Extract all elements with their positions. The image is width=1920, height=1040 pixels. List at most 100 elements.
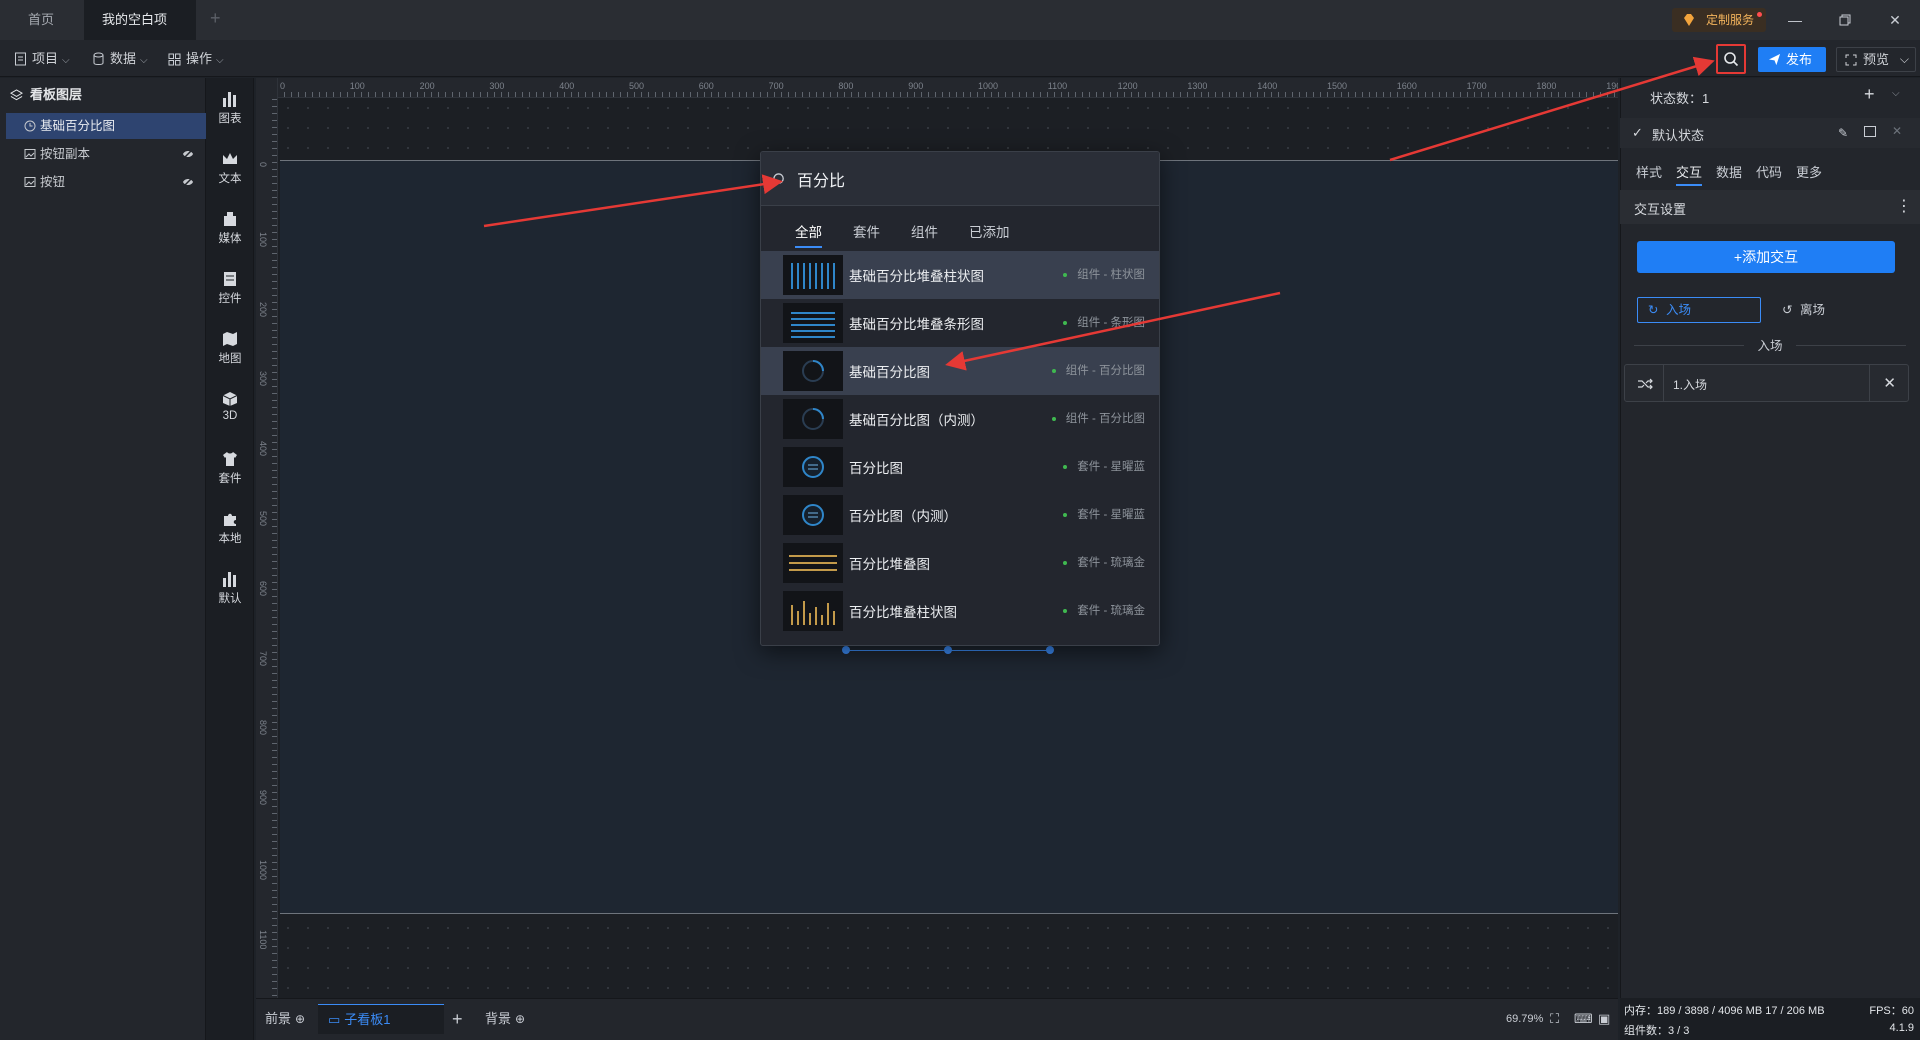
add-board-icon[interactable]: +	[452, 1004, 463, 1034]
enter-label: 入场	[1666, 303, 1692, 317]
chevron-down-icon: ⌵	[140, 55, 148, 66]
layer-item-button-copy[interactable]: 按钮副本	[6, 141, 206, 167]
search-tab-added[interactable]: 已添加	[969, 218, 1010, 248]
search-result[interactable]: 基础百分比堆叠条形图 组件 - 条形图	[761, 299, 1159, 347]
layer-item-percent-chart[interactable]: 基础百分比图	[6, 113, 206, 139]
search-button[interactable]	[1716, 44, 1746, 74]
custom-service-button[interactable]: 定制服务	[1672, 8, 1766, 32]
tab-more[interactable]: 更多	[1796, 160, 1822, 186]
ruler-tick-label: 200	[258, 301, 268, 317]
search-box	[761, 152, 1159, 206]
hidden-eye-icon[interactable]	[182, 177, 194, 187]
tab-background[interactable]: 背景 ⊕	[485, 1004, 525, 1034]
leave-tab[interactable]: ↺ 离场	[1778, 297, 1878, 323]
component-media[interactable]: 媒体	[206, 202, 254, 252]
interaction-item[interactable]: 1.入场 ✕	[1624, 364, 1909, 402]
bar-chart-icon	[223, 572, 236, 587]
publish-button[interactable]: 发布	[1758, 47, 1826, 72]
tab-data[interactable]: 数据	[1716, 160, 1742, 186]
search-result[interactable]: 百分比堆叠图 套件 - 琉璃金	[761, 539, 1159, 587]
search-tab-components[interactable]: 组件	[911, 218, 938, 248]
ruler-tick-label: 1300	[1187, 81, 1208, 91]
component-text[interactable]: 文本	[206, 142, 254, 192]
resize-handle[interactable]	[1046, 646, 1054, 654]
search-tab-suites[interactable]: 套件	[853, 218, 880, 248]
minimize-icon[interactable]: —	[1772, 0, 1818, 40]
ruler-tick-label: 1800	[1536, 81, 1557, 91]
search-result[interactable]: 百分比图 套件 - 星曜蓝	[761, 443, 1159, 491]
enter-divider: 入场	[1624, 335, 1916, 355]
menu-data[interactable]: 数据 ⌵	[92, 48, 148, 70]
component-charts[interactable]: 图表	[206, 82, 254, 132]
tab-data-label: 数据	[1716, 165, 1743, 180]
preview-button[interactable]: 预览 ⌵	[1836, 47, 1916, 72]
component-label: 地图	[218, 353, 242, 365]
tab-interaction[interactable]: 交互	[1676, 160, 1703, 186]
chevron-down-icon[interactable]: ⌵	[1900, 48, 1909, 71]
tab-foreground[interactable]: 前景 ⊕	[265, 1004, 305, 1034]
add-interaction-button[interactable]: +添加交互	[1637, 241, 1895, 273]
layer-item-button[interactable]: 按钮	[6, 169, 206, 195]
component-label: 媒体	[218, 233, 242, 245]
search-result[interactable]: 基础百分比图 组件 - 百分比图	[761, 347, 1159, 395]
component-suites[interactable]: 套件	[206, 442, 254, 492]
resize-handle[interactable]	[944, 646, 952, 654]
component-3d[interactable]: 3D	[206, 382, 254, 432]
search-result[interactable]: 百分比图（内测） 套件 - 星曜蓝	[761, 491, 1159, 539]
layer-item-label: 按钮副本	[40, 147, 91, 161]
ruler-tick-label: 1000	[978, 81, 999, 91]
edit-icon[interactable]: ✎	[1838, 126, 1848, 140]
ruler-tick-label: 900	[908, 81, 924, 91]
close-icon[interactable]: ✕	[1892, 124, 1902, 138]
result-thumbnail	[783, 399, 843, 439]
component-local[interactable]: 本地	[206, 502, 254, 552]
result-tag: 套件 - 星曜蓝	[1063, 458, 1145, 474]
component-label: 文本	[218, 173, 242, 185]
ruler-tick-label: 1600	[1396, 81, 1417, 91]
search-tab-all[interactable]: 全部	[795, 218, 822, 248]
section-title: 交互设置	[1634, 202, 1687, 217]
tab-style[interactable]: 样式	[1636, 160, 1662, 186]
tab-home[interactable]: 首页	[10, 0, 72, 40]
tab-subboard[interactable]: ▭ 子看板1	[318, 1004, 444, 1034]
zoom-level[interactable]: 69.79%	[1506, 1004, 1543, 1034]
search-result[interactable]: 百分比堆叠柱状图 套件 - 琉璃金	[761, 587, 1159, 635]
fit-screen-icon[interactable]: ⛶	[1550, 1004, 1559, 1034]
search-result[interactable]: 基础百分比图（内测） 组件 - 百分比图	[761, 395, 1159, 443]
restore-icon[interactable]	[1822, 0, 1868, 40]
add-circle-icon[interactable]: ⊕	[515, 1012, 525, 1026]
tab-project[interactable]: 我的空白项目	[84, 0, 196, 67]
database-icon	[93, 52, 104, 65]
component-maps[interactable]: 地图	[206, 322, 254, 372]
menu-project[interactable]: 项目 ⌵	[14, 48, 70, 70]
ruler-tick-label: 300	[489, 81, 505, 91]
more-vertical-icon[interactable]: ⋮	[1896, 196, 1912, 216]
default-state-label: 默认状态	[1652, 128, 1705, 143]
component-default[interactable]: 默认	[206, 562, 254, 612]
close-icon[interactable]: ✕	[1883, 374, 1896, 392]
enter-tab[interactable]: ↻ 入场	[1637, 297, 1761, 323]
terminal-icon[interactable]: ▣	[1598, 1004, 1610, 1034]
fps-counter: FPS：60	[1869, 1005, 1914, 1017]
ruler-tick-label: 1000	[258, 860, 268, 881]
search-input[interactable]	[797, 166, 1137, 192]
clock-icon	[24, 120, 36, 132]
component-controls[interactable]: 控件	[206, 262, 254, 312]
ruler-tick-label: 100	[349, 81, 365, 91]
search-result[interactable]: 基础百分比堆叠柱状图 组件 - 柱状图	[761, 251, 1159, 299]
menu-operation[interactable]: 操作 ⌵	[168, 48, 224, 70]
close-icon[interactable]: ✕	[1872, 0, 1918, 40]
leave-icon: ↺	[1782, 303, 1793, 317]
chevron-down-icon[interactable]: ⌵	[1892, 88, 1900, 99]
ruler-horizontal[interactable]: 0 100 200 300 400 500 600 700 800 900 1000 1100 1200…	[256, 78, 1618, 98]
add-state-icon[interactable]: +	[1864, 84, 1875, 105]
new-tab-icon[interactable]: +	[210, 8, 221, 29]
result-name: 百分比图（内测）	[849, 509, 957, 524]
resize-handle[interactable]	[842, 646, 850, 654]
tab-code[interactable]: 代码	[1756, 160, 1782, 186]
hidden-eye-icon[interactable]	[182, 149, 194, 159]
keyboard-icon[interactable]: ⌨	[1574, 1004, 1593, 1034]
copy-icon[interactable]	[1864, 126, 1876, 137]
add-circle-icon[interactable]: ⊕	[295, 1012, 305, 1026]
ruler-vertical[interactable]: 0100200300400500600700800900100011001200	[256, 78, 278, 998]
